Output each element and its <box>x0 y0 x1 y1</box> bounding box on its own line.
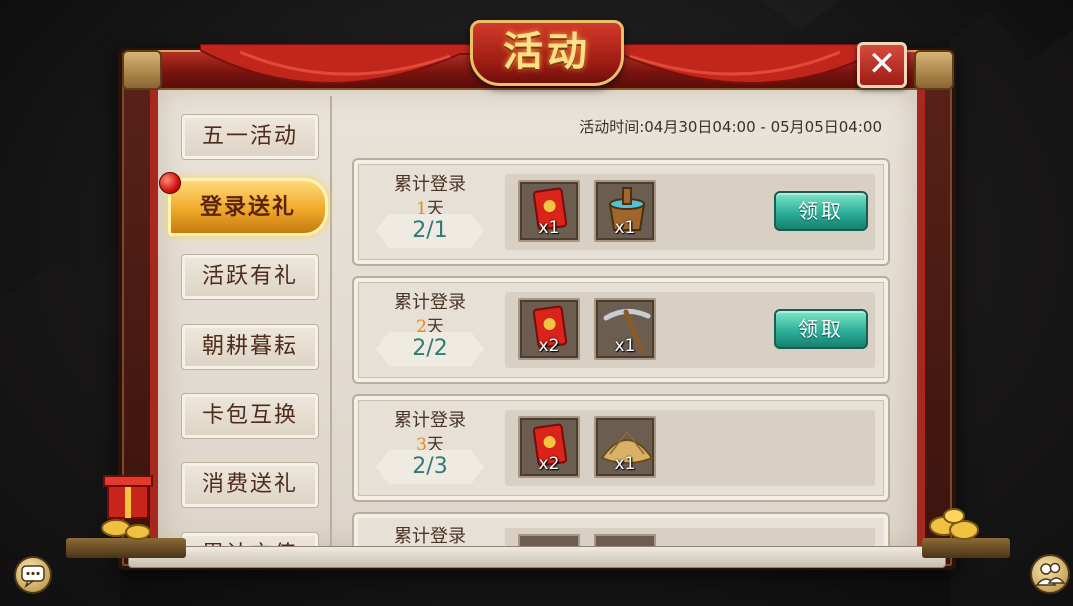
activity-time: 活动时间:04月30日04:00 - 05月05日04:00 <box>579 118 882 136</box>
reward-item[interactable]: x1 <box>594 416 656 478</box>
cumulative-login-label: 累计登录 <box>394 526 466 546</box>
day-requirement: 3天 <box>370 430 490 455</box>
chat-icon <box>21 565 45 589</box>
tab-login-gift[interactable]: 登录送礼 <box>168 178 328 236</box>
item-quantity: x1 <box>614 218 636 238</box>
friends-button[interactable] <box>1030 554 1070 594</box>
tab-cumulative-recharge-clip: 累计充值 <box>181 532 319 546</box>
scroll-bottom-roll <box>128 546 946 568</box>
tab-cumulative-recharge[interactable]: 累计充值 <box>181 532 319 546</box>
item-quantity: x1 <box>538 218 560 238</box>
reward-item[interactable]: x1 <box>518 180 580 242</box>
friends-icon <box>1035 562 1066 586</box>
progress-count: 2/2 <box>412 336 448 361</box>
progress-count: 2/3 <box>412 454 448 479</box>
cumulative-login-label: 累计登录 <box>394 292 466 313</box>
claim-button[interactable]: 领取 <box>774 309 868 349</box>
item-quantity: x1 <box>614 336 636 356</box>
rod-cap-left-icon <box>122 50 162 90</box>
cumulative-login-label: 累计登录 <box>394 174 466 195</box>
tab-spend-gift[interactable]: 消费送礼 <box>181 462 319 508</box>
reward-item[interactable]: x1 <box>594 298 656 360</box>
reward-item[interactable]: x2 <box>518 298 580 360</box>
page-title: 活动 <box>503 28 591 75</box>
tab-farming[interactable]: 朝耕暮耘 <box>181 324 319 370</box>
day-requirement: 1天 <box>370 194 490 219</box>
reward-item[interactable]: x1 <box>594 180 656 242</box>
claim-button[interactable]: 领取 <box>774 191 868 231</box>
item-quantity: x2 <box>538 336 560 356</box>
sidebar-divider <box>330 96 332 546</box>
reward-row-clip: 累计登录 <box>352 512 890 546</box>
close-icon: ✕ <box>867 44 897 84</box>
gold-ingot-icon <box>929 508 979 540</box>
gift-box-icon <box>101 475 153 540</box>
tab-activity-reward[interactable]: 活跃有礼 <box>181 254 319 300</box>
progress-count: 2/1 <box>412 218 448 243</box>
tab-may-day-event[interactable]: 五一活动 <box>181 114 319 160</box>
reward-item[interactable]: x2 <box>518 416 580 478</box>
chat-button[interactable] <box>14 556 52 594</box>
cumulative-login-label: 累计登录 <box>394 410 466 431</box>
tab-card-exchange[interactable]: 卡包互换 <box>181 393 319 439</box>
day-requirement: 2天 <box>370 312 490 337</box>
item-quantity: x1 <box>614 454 636 474</box>
rod-cap-right-icon <box>914 50 954 90</box>
notification-dot <box>159 172 181 194</box>
reward-item[interactable] <box>518 534 580 546</box>
close-button[interactable]: ✕ <box>857 42 907 88</box>
item-quantity: x2 <box>538 454 560 474</box>
reward-item[interactable] <box>594 534 656 546</box>
